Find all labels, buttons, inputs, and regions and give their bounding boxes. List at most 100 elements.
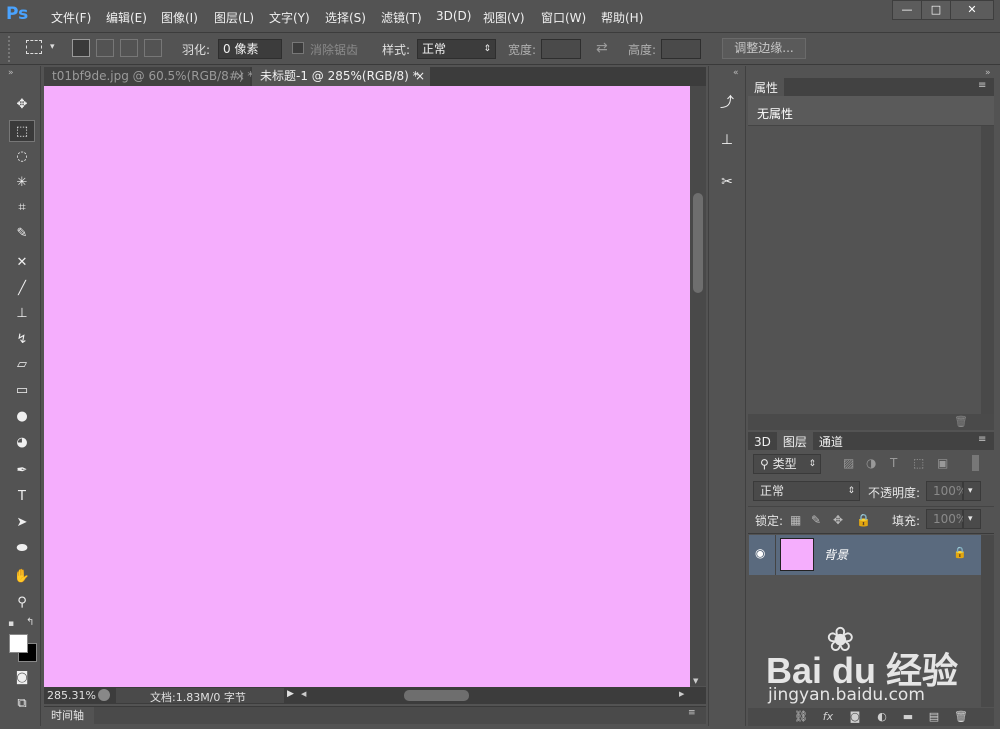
- dodge-tool-icon[interactable]: ◕: [9, 432, 35, 454]
- lock-position-icon[interactable]: ✥: [833, 513, 843, 527]
- properties-scrollbar[interactable]: [981, 126, 994, 414]
- menu-image[interactable]: 图像(I): [161, 9, 198, 26]
- opacity-input[interactable]: 100%: [926, 481, 967, 501]
- menu-view[interactable]: 视图(V): [483, 9, 525, 26]
- menu-filter[interactable]: 滤镜(T): [381, 9, 422, 26]
- panel-menu-icon[interactable]: ≡: [688, 708, 696, 718]
- folder-icon[interactable]: ▬: [899, 709, 917, 725]
- scroll-right-icon[interactable]: ▶: [679, 690, 684, 698]
- pixel-filter-icon[interactable]: ▨: [843, 456, 854, 470]
- export-icon[interactable]: [98, 689, 110, 701]
- menu-select[interactable]: 选择(S): [325, 9, 366, 26]
- panel-menu-icon[interactable]: ≡: [978, 80, 986, 91]
- swap-icon[interactable]: ⇄: [596, 40, 608, 56]
- refine-edge-button[interactable]: 调整边缘...: [722, 38, 806, 59]
- healing-brush-tool-icon[interactable]: ✕: [9, 252, 35, 274]
- add-selection-icon[interactable]: [96, 39, 114, 57]
- style-select[interactable]: 正常 ⇕: [417, 39, 496, 59]
- ellipse-tool-icon[interactable]: ⬬: [9, 538, 35, 560]
- blend-mode-select[interactable]: 正常 ⇕: [753, 481, 860, 501]
- eraser-tool-icon[interactable]: ▱: [9, 354, 35, 376]
- lasso-tool-icon[interactable]: ◌: [9, 146, 35, 168]
- close-window-button[interactable]: ✕: [950, 0, 994, 20]
- collapse-arrows-icon[interactable]: »: [8, 68, 14, 78]
- path-selection-tool-icon[interactable]: ➤: [9, 512, 35, 534]
- canvas[interactable]: [44, 86, 690, 688]
- marquee-preset-icon[interactable]: [26, 40, 42, 54]
- hand-tool-icon[interactable]: ✋: [9, 566, 35, 588]
- width-input[interactable]: [541, 39, 581, 59]
- swap-colors-icon[interactable]: ↰: [26, 617, 34, 628]
- add-mask-icon[interactable]: ◙: [846, 709, 864, 725]
- antialias-checkbox[interactable]: [292, 42, 304, 54]
- tab-3d[interactable]: 3D: [748, 434, 777, 450]
- type-filter-icon[interactable]: T: [890, 456, 897, 470]
- zoom-level[interactable]: 285.31%: [47, 689, 96, 702]
- chevron-down-icon[interactable]: ▾: [50, 42, 55, 52]
- close-icon[interactable]: ×: [415, 67, 425, 85]
- layer-filter-kind-select[interactable]: ⚲ 类型 ⇕: [753, 454, 821, 474]
- height-input[interactable]: [661, 39, 701, 59]
- trash-icon[interactable]: 🗑: [952, 709, 970, 725]
- menu-3d[interactable]: 3D(D): [436, 9, 471, 23]
- zoom-tool-icon[interactable]: ⚲: [9, 592, 35, 614]
- lock-all-icon[interactable]: 🔒: [856, 513, 871, 527]
- lock-image-icon[interactable]: ✎: [811, 513, 821, 527]
- adjustment-filter-icon[interactable]: ◑: [866, 456, 876, 470]
- adjustment-layer-icon[interactable]: ◐: [873, 709, 891, 725]
- gradient-tool-icon[interactable]: ▭: [9, 380, 35, 402]
- horizontal-scroll-thumb[interactable]: [404, 690, 469, 701]
- brush-tool-icon[interactable]: ╱: [9, 278, 35, 300]
- tab-document-2[interactable]: 未标题-1 @ 285%(RGB/8) * ×: [252, 67, 430, 86]
- menu-edit[interactable]: 编辑(E): [106, 9, 147, 26]
- eyedropper-tool-icon[interactable]: ✎: [9, 223, 35, 245]
- intersect-selection-icon[interactable]: [144, 39, 162, 57]
- history-brush-tool-icon[interactable]: ↯: [9, 329, 35, 351]
- expand-arrows-icon[interactable]: «: [733, 68, 739, 78]
- new-layer-icon[interactable]: ▤: [925, 709, 943, 725]
- lock-transparent-icon[interactable]: ▦: [790, 513, 801, 527]
- minimize-button[interactable]: —: [892, 0, 922, 20]
- layer-name[interactable]: 背景: [824, 546, 848, 563]
- menu-file[interactable]: 文件(F): [51, 9, 91, 26]
- crop-tool-icon[interactable]: ⌗: [9, 197, 35, 219]
- feather-input[interactable]: 0 像素: [218, 39, 282, 59]
- tab-properties[interactable]: 属性: [748, 78, 785, 97]
- status-menu-arrow-icon[interactable]: ▶: [287, 689, 294, 699]
- close-icon[interactable]: ×: [235, 67, 245, 85]
- blur-tool-icon[interactable]: ●: [9, 406, 35, 428]
- scroll-down-icon[interactable]: ▼: [693, 677, 698, 685]
- timeline-tab[interactable]: 时间轴: [44, 707, 94, 724]
- fill-input[interactable]: 100%: [926, 509, 967, 529]
- default-colors-icon[interactable]: ▪: [8, 619, 14, 629]
- fx-icon[interactable]: fx: [819, 709, 837, 725]
- eye-visibility-icon[interactable]: ◉: [755, 546, 765, 560]
- smart-object-filter-icon[interactable]: ▣: [937, 456, 948, 470]
- link-layers-icon[interactable]: ⛓: [792, 709, 810, 725]
- tab-channels[interactable]: 通道: [813, 432, 849, 451]
- quick-mask-icon[interactable]: ◙: [9, 667, 35, 689]
- collapse-arrows-icon[interactable]: »: [985, 68, 991, 78]
- rect-marquee-tool-icon[interactable]: ⬚: [9, 120, 35, 142]
- subtract-selection-icon[interactable]: [120, 39, 138, 57]
- pen-tool-icon[interactable]: ✒: [9, 460, 35, 482]
- menu-help[interactable]: 帮助(H): [601, 9, 643, 26]
- scroll-left-icon[interactable]: ◀: [301, 690, 306, 698]
- move-tool-icon[interactable]: ✥: [9, 94, 35, 116]
- magic-wand-tool-icon[interactable]: ✳: [9, 172, 35, 194]
- maximize-button[interactable]: □: [921, 0, 951, 20]
- screen-mode-icon[interactable]: ⧉: [9, 693, 35, 715]
- history-panel-icon[interactable]: ⤴: [715, 92, 739, 114]
- tool-presets-panel-icon[interactable]: ✂: [715, 171, 739, 193]
- foreground-color-swatch[interactable]: [9, 634, 28, 653]
- vertical-scroll-thumb[interactable]: [693, 193, 703, 293]
- type-tool-icon[interactable]: T: [9, 486, 35, 508]
- shape-filter-icon[interactable]: ⬚: [913, 456, 924, 470]
- vertical-scrollbar[interactable]: [690, 86, 706, 686]
- new-selection-icon[interactable]: [72, 39, 90, 57]
- panel-menu-icon[interactable]: ≡: [978, 434, 986, 445]
- fill-dropdown-icon[interactable]: ▾: [963, 509, 981, 529]
- tab-layers[interactable]: 图层: [776, 432, 813, 451]
- layer-thumbnail[interactable]: [780, 538, 814, 571]
- menu-layer[interactable]: 图层(L): [214, 9, 254, 26]
